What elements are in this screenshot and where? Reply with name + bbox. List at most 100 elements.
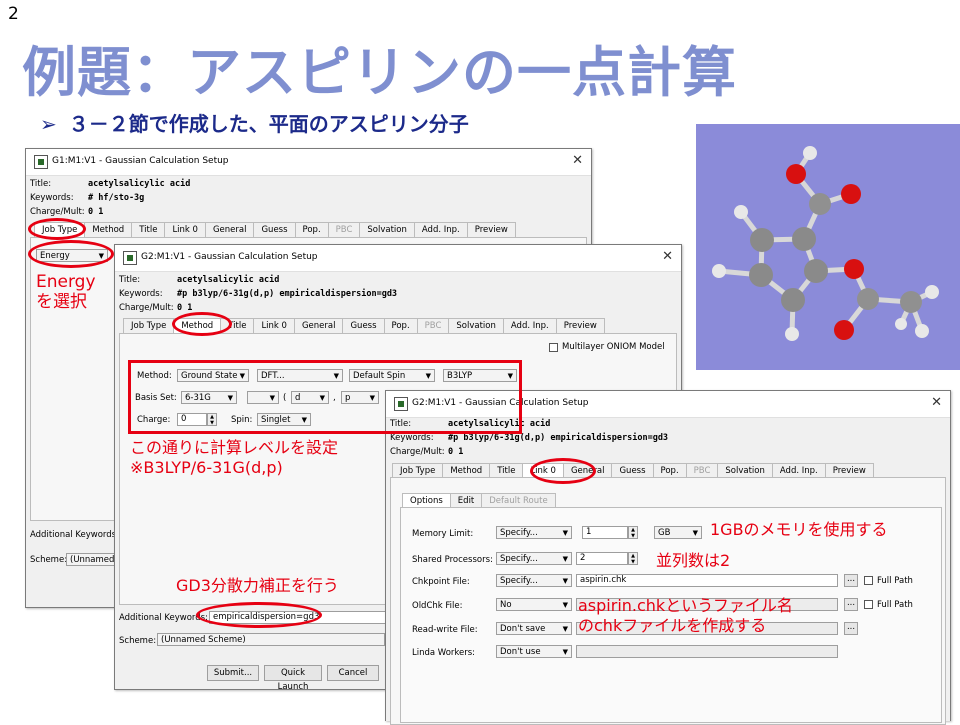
tab-pbc[interactable]: PBC — [685, 463, 719, 478]
tab-job-type[interactable]: Job Type — [123, 318, 175, 333]
tab-guess[interactable]: Guess — [611, 463, 654, 478]
annotation-memory: 1GBのメモリを使用する — [710, 520, 888, 539]
charge-value: 0 1 — [177, 303, 193, 313]
tab-pop[interactable]: Pop. — [383, 318, 418, 333]
title-bar: G2:M1:V1 - Gaussian Calculation Setup ✕ — [115, 245, 681, 272]
tab-general[interactable]: General — [204, 222, 255, 237]
tab-bar: Job Type Method Title Link 0 General Gue… — [34, 222, 516, 237]
oldchk-browse-button[interactable]: ... — [844, 598, 858, 611]
tab-pop[interactable]: Pop. — [294, 222, 329, 237]
annotation-chk: aspirin.chkというファイル名 のchkファイルを作成する — [578, 596, 793, 635]
charge-value: 0 1 — [448, 447, 464, 457]
oldchk-full-path-checkbox[interactable] — [864, 600, 873, 609]
chevron-down-icon: ▼ — [562, 555, 568, 563]
keywords-row: Keywords: #p b3lyp/6-31g(d,p) empiricaldi… — [390, 433, 669, 443]
close-icon[interactable]: ✕ — [662, 249, 673, 264]
rw-browse-button[interactable]: ... — [844, 622, 858, 635]
chevron-down-icon: ▼ — [692, 529, 698, 537]
charge-value: 0 1 — [88, 207, 104, 217]
keywords-row: Keywords: #p b3lyp/6-31g(d,p) empiricaldi… — [119, 289, 398, 299]
keywords-row: Keywords: # hf/sto-3g — [30, 193, 145, 203]
annotation-method: この通りに計算レベルを設定 ※B3LYP/6-31G(d,p) — [130, 438, 339, 477]
chevron-down-icon: ▼ — [562, 601, 568, 609]
keywords-value: #p b3lyp/6-31g(d,p) empiricaldispersion=… — [448, 433, 669, 443]
title-value: acetylsalicylic acid — [88, 179, 191, 189]
tab-title[interactable]: Title — [131, 222, 166, 237]
rw-mode-select[interactable]: Don't save ▼ — [496, 622, 572, 635]
chk-browse-button[interactable]: ... — [844, 574, 858, 587]
multilayer-checkbox[interactable] — [549, 343, 558, 352]
subtitle-text: ３－２節で作成した、平面のアスピリン分子 — [68, 112, 469, 136]
scheme-label: Scheme: — [119, 636, 157, 646]
shared-input[interactable]: 2 — [576, 552, 628, 565]
window-title: G2:M1:V1 - Gaussian Calculation Setup — [141, 252, 318, 262]
tab-solvation[interactable]: Solvation — [448, 318, 504, 333]
scheme-select[interactable]: (Unnamed Scheme) — [157, 633, 385, 646]
cancel-button[interactable]: Cancel — [327, 665, 379, 681]
read-write-label: Read-write File: — [412, 625, 478, 635]
tab-bar: Job Type Method Title Link 0 General Gue… — [392, 463, 874, 478]
highlight-method-settings — [128, 360, 522, 434]
oldchk-mode-select[interactable]: No ▼ — [496, 598, 572, 611]
tab-method[interactable]: Method — [84, 222, 133, 237]
subtab-edit[interactable]: Edit — [449, 493, 483, 508]
tab-title[interactable]: Title — [489, 463, 524, 478]
memory-unit-select[interactable]: GB ▼ — [654, 526, 702, 539]
quick-launch-button[interactable]: Quick Launch — [264, 665, 322, 692]
gaussian-app-icon — [34, 155, 48, 169]
tab-preview[interactable]: Preview — [824, 463, 874, 478]
chk-mode-select[interactable]: Specify... ▼ — [496, 574, 572, 587]
tab-solvation[interactable]: Solvation — [359, 222, 415, 237]
shared-spinner[interactable]: ▲ ▼ — [628, 552, 638, 565]
tab-guess[interactable]: Guess — [253, 222, 296, 237]
additional-keywords-label: Additional Keywords: — [30, 530, 119, 540]
linda-label: Linda Workers: — [412, 648, 476, 658]
tab-add-inp[interactable]: Add. Inp. — [771, 463, 826, 478]
tab-pop[interactable]: Pop. — [652, 463, 687, 478]
chevron-down-icon: ▼ — [562, 625, 568, 633]
scheme-label: Scheme: — [30, 555, 68, 565]
tab-pbc[interactable]: PBC — [416, 318, 450, 333]
highlight-additional-keywords — [196, 602, 322, 628]
highlight-link0-tab — [530, 458, 596, 484]
tab-method[interactable]: Method — [442, 463, 491, 478]
chkpoint-label: Chkpoint File: — [412, 577, 470, 587]
tab-job-type[interactable]: Job Type — [392, 463, 444, 478]
close-icon[interactable]: ✕ — [931, 395, 942, 410]
oldchk-label: OldChk File: — [412, 601, 463, 611]
chk-file-input[interactable]: aspirin.chk — [576, 574, 838, 587]
tab-preview[interactable]: Preview — [555, 318, 605, 333]
memory-label: Memory Limit: — [412, 529, 474, 539]
shared-mode-select[interactable]: Specify... ▼ — [496, 552, 572, 565]
linda-mode-select[interactable]: Don't use ▼ — [496, 645, 572, 658]
title-bar: G1:M1:V1 - Gaussian Calculation Setup ✕ — [26, 149, 591, 176]
tab-solvation[interactable]: Solvation — [717, 463, 773, 478]
tab-preview[interactable]: Preview — [466, 222, 516, 237]
close-icon[interactable]: ✕ — [572, 153, 583, 168]
tab-guess[interactable]: Guess — [342, 318, 385, 333]
chk-full-path-checkbox[interactable] — [864, 576, 873, 585]
aspirin-molecule-image — [696, 124, 960, 370]
keywords-value: # hf/sto-3g — [88, 193, 145, 203]
subtab-default-route[interactable]: Default Route — [481, 493, 556, 508]
subtab-options[interactable]: Options — [402, 493, 451, 508]
title-row: Title: acetylsalicylic acid — [30, 179, 191, 189]
memory-spinner[interactable]: ▲ ▼ — [628, 526, 638, 539]
scheme-select[interactable]: (Unnamed S — [66, 553, 123, 566]
title-row: Title: acetylsalicylic acid — [119, 275, 280, 285]
submit-button[interactable]: Submit... — [207, 665, 259, 681]
memory-mode-select[interactable]: Specify... ▼ — [496, 526, 572, 539]
tab-add-inp[interactable]: Add. Inp. — [413, 222, 468, 237]
highlight-method-tab — [172, 312, 232, 336]
tab-general[interactable]: General — [293, 318, 344, 333]
linda-input[interactable] — [576, 645, 838, 658]
annotation-parallel: 並列数は2 — [656, 551, 731, 570]
chevron-down-icon: ▼ — [562, 529, 568, 537]
memory-input[interactable]: 1 — [582, 526, 628, 539]
tab-link0[interactable]: Link 0 — [164, 222, 206, 237]
tab-link0[interactable]: Link 0 — [253, 318, 295, 333]
tab-pbc[interactable]: PBC — [327, 222, 361, 237]
highlight-energy-select — [28, 240, 114, 268]
annotation-gd3: GD3分散力補正を行う — [176, 576, 339, 595]
tab-add-inp[interactable]: Add. Inp. — [502, 318, 557, 333]
